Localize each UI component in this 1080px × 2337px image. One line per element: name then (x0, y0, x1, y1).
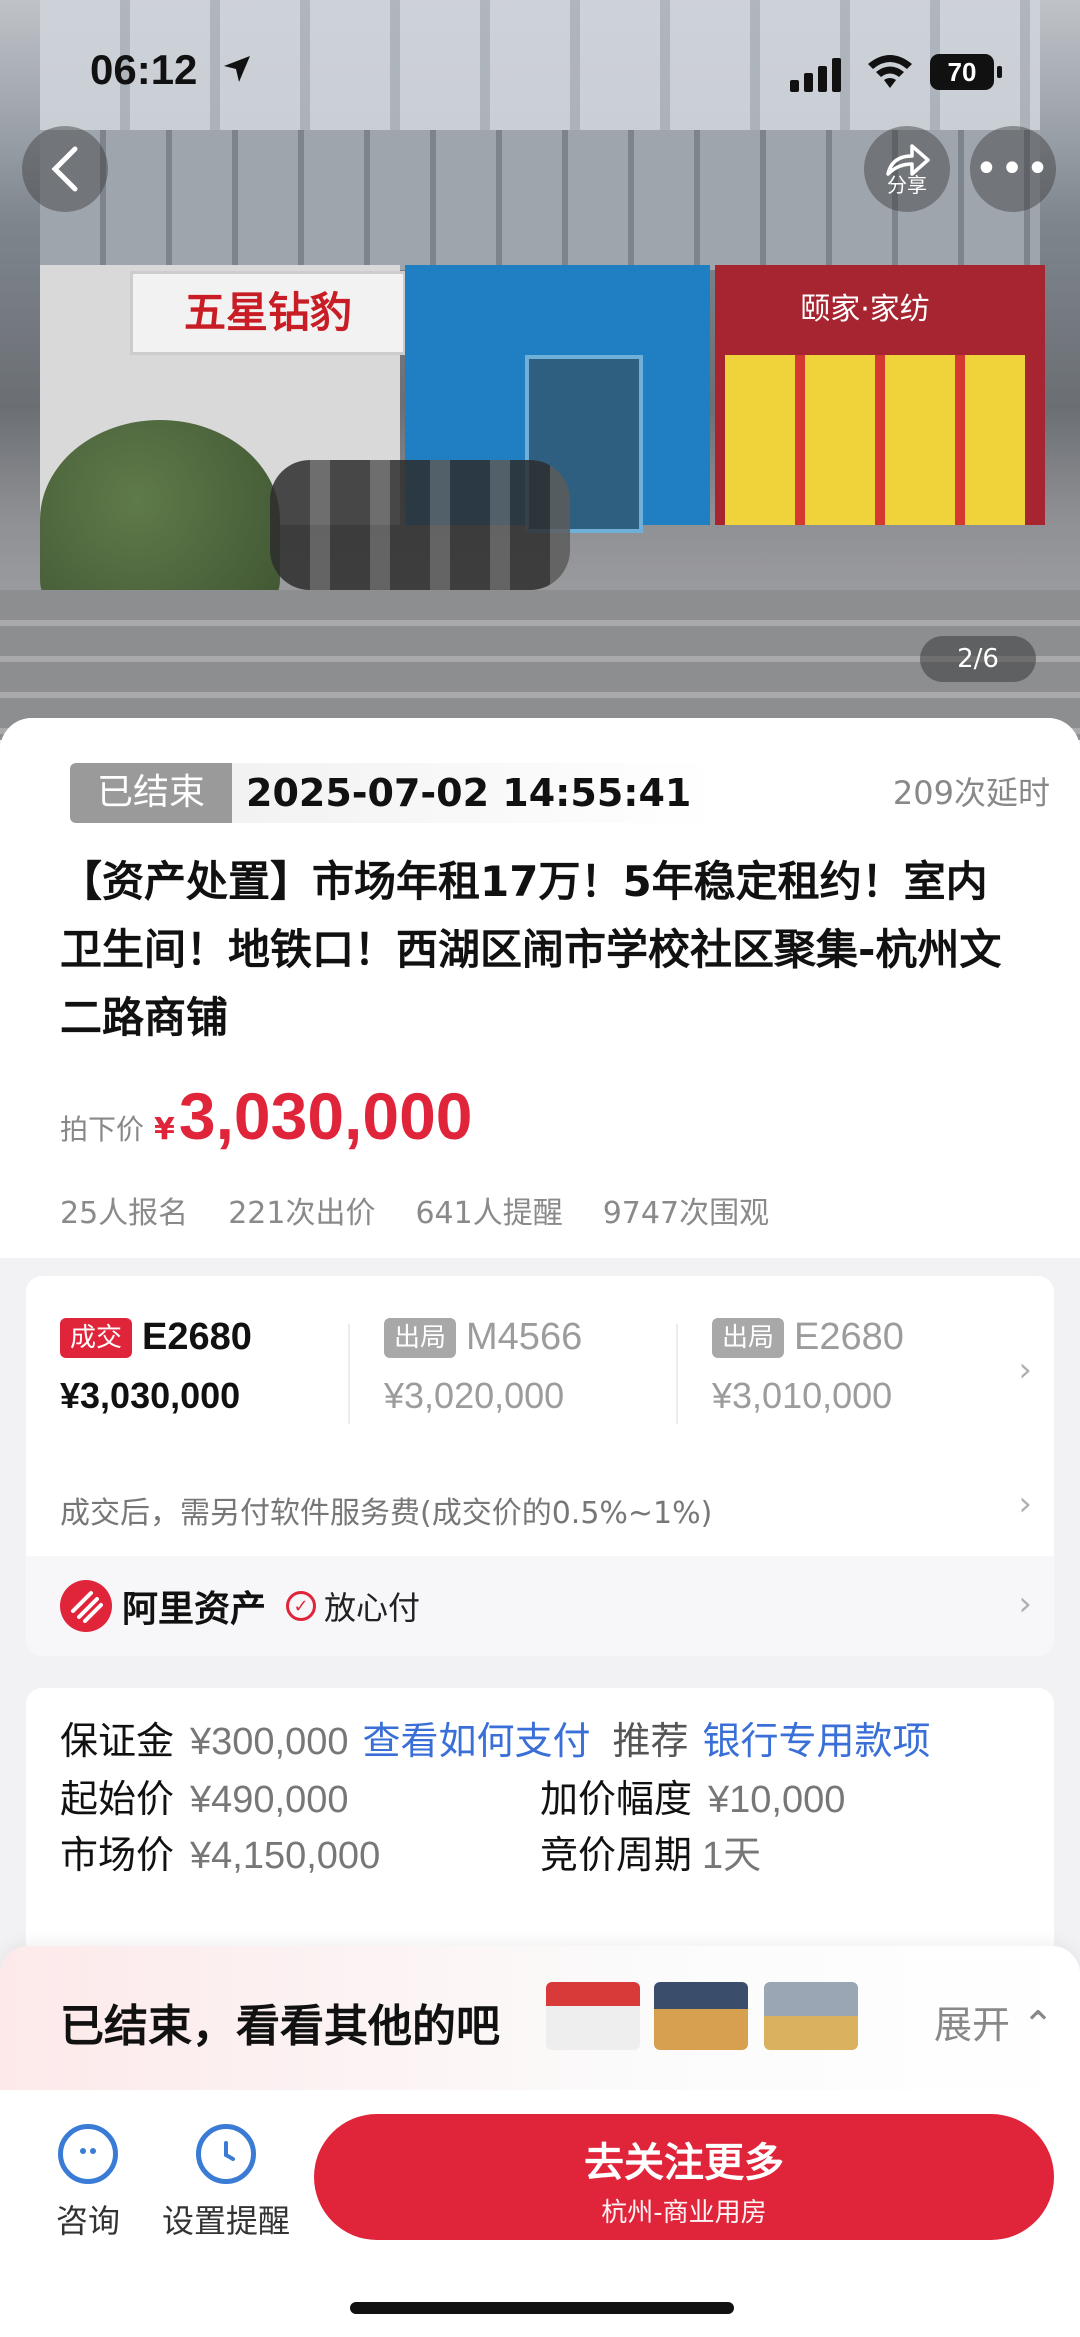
auction-stats: 25人报名 221次出价 641人提醒 9747次围观 (60, 1188, 769, 1232)
price-value: 3,030,000 (178, 1079, 473, 1153)
deposit-label: 保证金 (60, 1719, 175, 1763)
divider (676, 1324, 678, 1424)
expand-label: 展开 (934, 2003, 1011, 2047)
follow-more-label: 去关注更多 (584, 2140, 784, 2186)
bid-tag-out: 出局 (384, 1317, 457, 1358)
bank-account-link[interactable]: 银行专用款项 (703, 1719, 931, 1763)
wifi-icon (868, 55, 912, 88)
image-counter: 2/6 (920, 636, 1036, 682)
bid-record-won: 成交 E2680 ¥3,030,000 (60, 1316, 360, 1417)
price-symbol: ¥ (154, 1112, 175, 1147)
status-time: 06:12 (90, 46, 198, 93)
sign-left: 五星钻豹 (130, 271, 406, 355)
suggestion-thumbnail[interactable] (654, 1982, 748, 2050)
market-price-row: 市场价 ¥4,150,000 (60, 1824, 380, 1879)
bidder-id: E2680 (142, 1316, 252, 1358)
delay-count: 209次延时 (892, 774, 1050, 812)
bid-tag-out: 出局 (712, 1317, 785, 1358)
chevron-right-icon: › (1018, 1350, 1032, 1390)
signal-icon (790, 58, 841, 92)
check-circle-icon: ✓ (286, 1591, 317, 1621)
bidder-id: E2680 (794, 1316, 904, 1358)
bid-cycle-value: 1天 (702, 1835, 762, 1877)
bid-price: ¥3,030,000 (60, 1375, 241, 1416)
stat-views: 9747次围观 (602, 1196, 770, 1231)
bid-cycle-label: 竞价周期 (540, 1833, 693, 1877)
alarm-icon (196, 2124, 256, 2184)
auction-details-card: 保证金 ¥300,000 查看如何支付 推荐 银行专用款项 起始价 ¥490,000 加价… (26, 1688, 1054, 1988)
market-price-value: ¥4,150,000 (190, 1835, 381, 1877)
status-badge: 已结束 (70, 763, 232, 823)
follow-more-category: 杭州-商业用房 (601, 2198, 767, 2228)
bid-cycle-row: 竞价周期 1天 (540, 1824, 761, 1879)
shop-posters (725, 355, 1025, 525)
service-fee-note[interactable]: 成交后，需另付软件服务费(成交价的0.5%~1%) (60, 1488, 712, 1532)
shop-right: 颐家·家纺 (715, 265, 1045, 525)
bid-record-out: 出局 M4566 ¥3,020,000 (384, 1316, 684, 1417)
suggestion-thumbnail[interactable] (764, 1982, 858, 2050)
bid-price: ¥3,020,000 (384, 1375, 565, 1416)
hero-image[interactable]: 五星钻豹 颐家·家纺 06:12 70 分享 ••• 2/6 (0, 0, 1080, 740)
end-datetime: 2025-07-02 14:55:41 (232, 763, 716, 823)
bid-price: ¥3,010,000 (712, 1375, 893, 1416)
more-icon: ••• (974, 146, 1052, 192)
suggestion-thumbnail[interactable] (546, 1982, 640, 2050)
status-bar: 06:12 70 (0, 0, 1080, 130)
ali-assets-logo-icon (60, 1580, 112, 1632)
home-indicator (350, 2302, 734, 2314)
auction-info: 已结束 2025-07-02 14:55:41 209次延时 【资产处置】市场年… (0, 718, 1080, 1258)
increment-label: 加价幅度 (540, 1777, 693, 1821)
market-price-label: 市场价 (60, 1833, 175, 1877)
consult-icon (58, 2124, 118, 2184)
chevron-up-icon: ⌃ (1022, 2003, 1054, 2047)
start-price-label: 起始价 (60, 1777, 175, 1821)
ali-assets-name: 阿里资产 (122, 1589, 267, 1630)
increment-value: ¥10,000 (708, 1779, 846, 1821)
start-price-row: 起始价 ¥490,000 (60, 1768, 349, 1823)
bid-tag-won: 成交 (60, 1317, 133, 1358)
ended-suggestion-bar[interactable]: 已结束，看看其他的吧 展开 ⌃ (0, 1946, 1080, 2090)
more-button[interactable]: ••• (970, 126, 1056, 212)
stat-reminders: 641人提醒 (415, 1196, 563, 1231)
stat-bids: 221次出价 (228, 1196, 376, 1231)
deposit-value: ¥300,000 (190, 1721, 349, 1763)
stat-registrations: 25人报名 (60, 1196, 189, 1231)
recommend-label: 推荐 (612, 1719, 689, 1763)
final-price: 拍下价 ¥ 3,030,000 (60, 1078, 473, 1158)
location-arrow-icon (224, 56, 250, 82)
share-label: 分享 (887, 173, 927, 197)
price-label: 拍下价 (60, 1113, 145, 1146)
bid-record-out: 出局 E2680 ¥3,010,000 (712, 1316, 1012, 1417)
chevron-right-icon: › (1018, 1584, 1032, 1624)
bid-records-card: 成交 E2680 ¥3,030,000 出局 M4566 ¥3,020,000 出局… (26, 1276, 1054, 1656)
ali-assets-row[interactable]: 阿里资产 ✓ 放心付 › (26, 1556, 1054, 1656)
consult-button[interactable]: 咨询 (48, 2124, 128, 2242)
divider (348, 1324, 350, 1424)
follow-more-button[interactable]: 去关注更多 杭州-商业用房 (314, 2114, 1054, 2240)
battery-indicator: 70 (930, 54, 1002, 90)
scooters (270, 460, 570, 590)
bottom-action-bar: 咨询 设置提醒 去关注更多 杭州-商业用房 (0, 2090, 1080, 2337)
sign-right: 颐家·家纺 (800, 292, 930, 327)
start-price-value: ¥490,000 (190, 1779, 349, 1821)
consult-label: 咨询 (55, 2202, 120, 2240)
bid-records[interactable]: 成交 E2680 ¥3,030,000 出局 M4566 ¥3,020,000 出局… (26, 1276, 1054, 1466)
ended-message: 已结束，看看其他的吧 (60, 2001, 500, 2052)
listing-title: 【资产处置】市场年租17万！5年稳定租约！室内卫生间！地铁口！西湖区闹市学校社区… (60, 857, 1002, 1042)
set-reminder-label: 设置提醒 (161, 2202, 290, 2240)
deposit-row: 保证金 ¥300,000 查看如何支付 推荐 银行专用款项 (60, 1710, 931, 1765)
increment-row: 加价幅度 ¥10,000 (540, 1768, 845, 1823)
chevron-right-icon: › (1018, 1484, 1032, 1524)
safe-pay-label: 放心付 (324, 1589, 421, 1627)
expand-button[interactable]: 展开 ⌃ (934, 1994, 1054, 2049)
bidder-id: M4566 (466, 1316, 583, 1358)
back-button[interactable] (22, 126, 108, 212)
set-reminder-button[interactable]: 设置提醒 (156, 2124, 296, 2242)
back-icon (51, 146, 78, 192)
how-to-pay-link[interactable]: 查看如何支付 (363, 1719, 591, 1763)
share-button[interactable]: 分享 (864, 126, 950, 212)
